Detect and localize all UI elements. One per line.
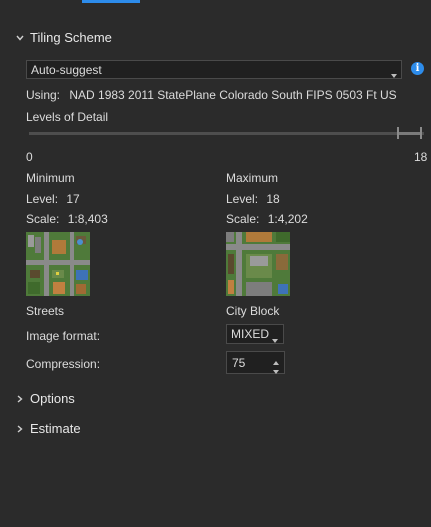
compression-spinner[interactable]: 75	[226, 351, 285, 374]
caret-down-icon	[272, 332, 278, 346]
caret-down-icon	[391, 67, 397, 81]
minimum-scale-row: Scale: 1:8,403	[26, 212, 108, 226]
levels-of-detail-label: Levels of Detail	[26, 110, 109, 124]
city-block-thumbnail	[226, 232, 290, 296]
lod-max-tick: 18	[414, 150, 428, 164]
chevron-down-icon	[16, 34, 24, 42]
maximum-scale-row: Scale: 1:4,202	[226, 212, 308, 226]
streets-thumbnail	[26, 232, 90, 296]
lod-slider-max-thumb[interactable]	[420, 127, 422, 139]
tiling-scheme-dropdown-value: Auto-suggest	[31, 62, 102, 77]
using-row: Using: NAD 1983 2011 StatePlane Colorado…	[26, 88, 397, 102]
compression-label: Compression:	[26, 357, 101, 371]
compression-value: 75	[232, 355, 246, 370]
tiling-scheme-title: Tiling Scheme	[30, 30, 112, 45]
maximum-level-label: Level:	[226, 192, 259, 206]
maximum-caption: City Block	[226, 304, 280, 318]
tiling-scheme-header[interactable]: Tiling Scheme	[16, 30, 112, 45]
lod-min-tick: 0	[26, 150, 33, 164]
chevron-right-icon	[16, 394, 24, 403]
maximum-level-value: 18	[266, 192, 280, 206]
info-icon[interactable]: i	[411, 62, 424, 75]
minimum-scale-label: Scale:	[26, 212, 60, 226]
maximum-level-row: Level: 18	[226, 192, 280, 206]
lod-slider-track[interactable]	[29, 132, 424, 135]
minimum-caption: Streets	[26, 304, 65, 318]
image-format-value: MIXED	[231, 327, 270, 341]
image-format-label: Image format:	[26, 329, 101, 343]
minimum-title: Minimum	[26, 171, 75, 185]
minimum-level-row: Level: 17	[26, 192, 80, 206]
chevron-right-icon	[16, 424, 24, 433]
minimum-level-label: Level:	[26, 192, 59, 206]
maximum-scale-value: 1:4,202	[267, 212, 308, 226]
spin-up-icon[interactable]	[272, 355, 280, 365]
estimate-title: Estimate	[30, 421, 81, 436]
maximum-title: Maximum	[226, 171, 279, 185]
lod-slider-min-thumb[interactable]	[397, 127, 399, 139]
options-header[interactable]: Options	[16, 391, 75, 406]
maximum-scale-label: Scale:	[226, 212, 260, 226]
tiling-scheme-dropdown[interactable]: Auto-suggest	[26, 60, 402, 79]
lod-slider-range	[398, 132, 422, 135]
minimum-level-value: 17	[66, 192, 80, 206]
image-format-select[interactable]: MIXED	[226, 324, 284, 344]
minimum-scale-value: 1:8,403	[67, 212, 108, 226]
estimate-header[interactable]: Estimate	[16, 421, 81, 436]
active-tab-indicator	[82, 0, 140, 3]
using-value: NAD 1983 2011 StatePlane Colorado South …	[69, 88, 397, 102]
spin-down-icon[interactable]	[272, 364, 280, 374]
using-label: Using:	[26, 88, 61, 102]
options-title: Options	[30, 391, 75, 406]
